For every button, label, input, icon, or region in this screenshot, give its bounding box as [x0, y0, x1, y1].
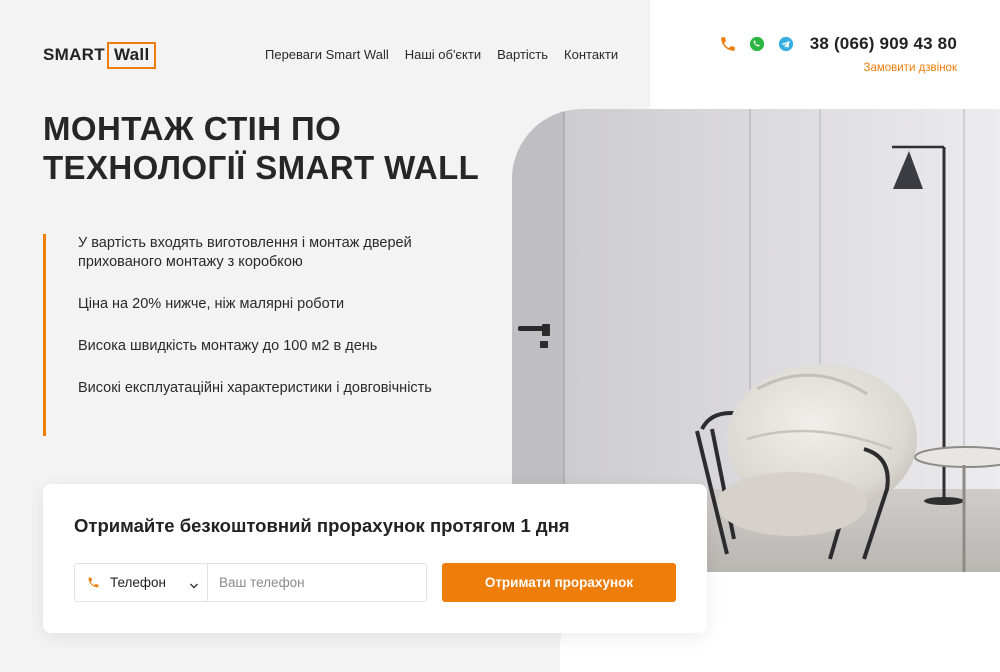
chevron-down-icon — [189, 578, 199, 588]
contact-type-label: Телефон — [110, 575, 167, 590]
phone-input[interactable] — [208, 564, 426, 601]
form-title: Отримайте безкоштовний прорахунок протяг… — [74, 515, 570, 536]
nav-item-pricing[interactable]: Вартість — [497, 47, 548, 62]
whatsapp-icon[interactable] — [748, 35, 766, 53]
main-nav: Переваги Smart Wall Наші об'єкти Вартіст… — [265, 47, 618, 62]
feature-item: Висока швидкість монтажу до 100 м2 в ден… — [78, 338, 378, 354]
phone-field: Телефон — [74, 563, 427, 602]
calculation-form: Отримайте безкоштовний прорахунок протяг… — [43, 484, 707, 633]
phone-icon[interactable] — [719, 35, 737, 53]
nav-item-contacts[interactable]: Контакти — [564, 47, 618, 62]
phone-number[interactable]: 38 (066) 909 43 80 — [810, 34, 957, 54]
logo-text-smart: SMART — [43, 45, 105, 64]
page-title: Монтаж стін по технології Smart Wall — [43, 110, 480, 186]
features-list: У вартість входять виготовлення і монтаж… — [43, 234, 443, 436]
telegram-icon[interactable] — [777, 35, 795, 53]
callback-link[interactable]: Замовити дзвінок — [719, 62, 958, 74]
logo[interactable]: SMART Wall — [43, 41, 157, 69]
feature-item: У вартість входять виготовлення і монтаж… — [78, 235, 412, 270]
feature-item: Ціна на 20% нижче, ніж малярні роботи — [78, 296, 345, 312]
logo-text-wall: Wall — [106, 41, 157, 69]
header-contacts: 38 (066) 909 43 80 Замовити дзвінок — [719, 34, 957, 74]
feature-item: Високі експлуатаційні характеристики і д… — [78, 380, 432, 396]
submit-button[interactable]: Отримати прорахунок — [442, 563, 676, 602]
nav-item-advantages[interactable]: Переваги Smart Wall — [265, 47, 389, 62]
nav-item-projects[interactable]: Наші об'єкти — [405, 47, 481, 62]
contact-type-select[interactable]: Телефон — [75, 564, 208, 601]
phone-icon — [87, 576, 100, 589]
